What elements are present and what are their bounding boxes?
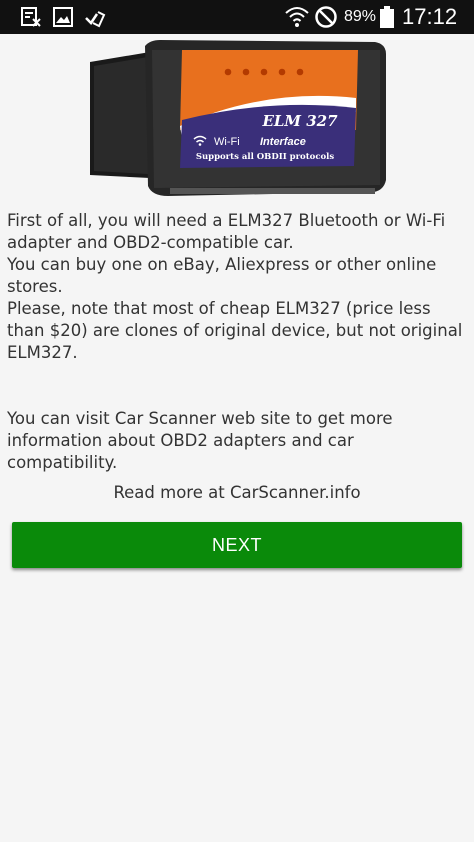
adapter-label-wifi: Wi-Fi bbox=[214, 136, 240, 148]
notification-doc-icon bbox=[21, 7, 41, 27]
clock: 17:12 bbox=[402, 4, 458, 29]
checkmark-clipboard-icon bbox=[85, 11, 106, 28]
wifi-icon bbox=[285, 7, 309, 27]
next-button[interactable]: NEXT bbox=[12, 522, 462, 568]
elm327-adapter-image: ELM 327 Wi-Fi Interface Supports all OBD… bbox=[90, 40, 386, 196]
paragraph-clone-warning: Please, note that most of cheap ELM327 (… bbox=[7, 299, 463, 362]
intro-text: First of all, you will need a ELM327 Blu… bbox=[7, 210, 469, 474]
battery-percentage: 89% bbox=[344, 8, 377, 25]
adapter-label-interface: Interface bbox=[260, 136, 306, 148]
battery-icon bbox=[380, 6, 394, 28]
paragraph-where-to-buy: You can buy one on eBay, Aliexpress or o… bbox=[7, 255, 437, 296]
paragraph-adapter-needed: First of all, you will need a ELM327 Blu… bbox=[7, 211, 446, 252]
adapter-label-main: ELM 327 bbox=[261, 112, 338, 130]
status-bar: 89% 17:12 bbox=[0, 0, 474, 34]
paragraph-website-info: You can visit Car Scanner web site to ge… bbox=[7, 409, 393, 472]
read-more-link[interactable]: Read more at CarScanner.info bbox=[0, 482, 474, 504]
adapter-label-protocols: Supports all OBDII protocols bbox=[196, 152, 335, 162]
do-not-disturb-icon bbox=[315, 6, 337, 28]
image-icon bbox=[53, 7, 73, 27]
